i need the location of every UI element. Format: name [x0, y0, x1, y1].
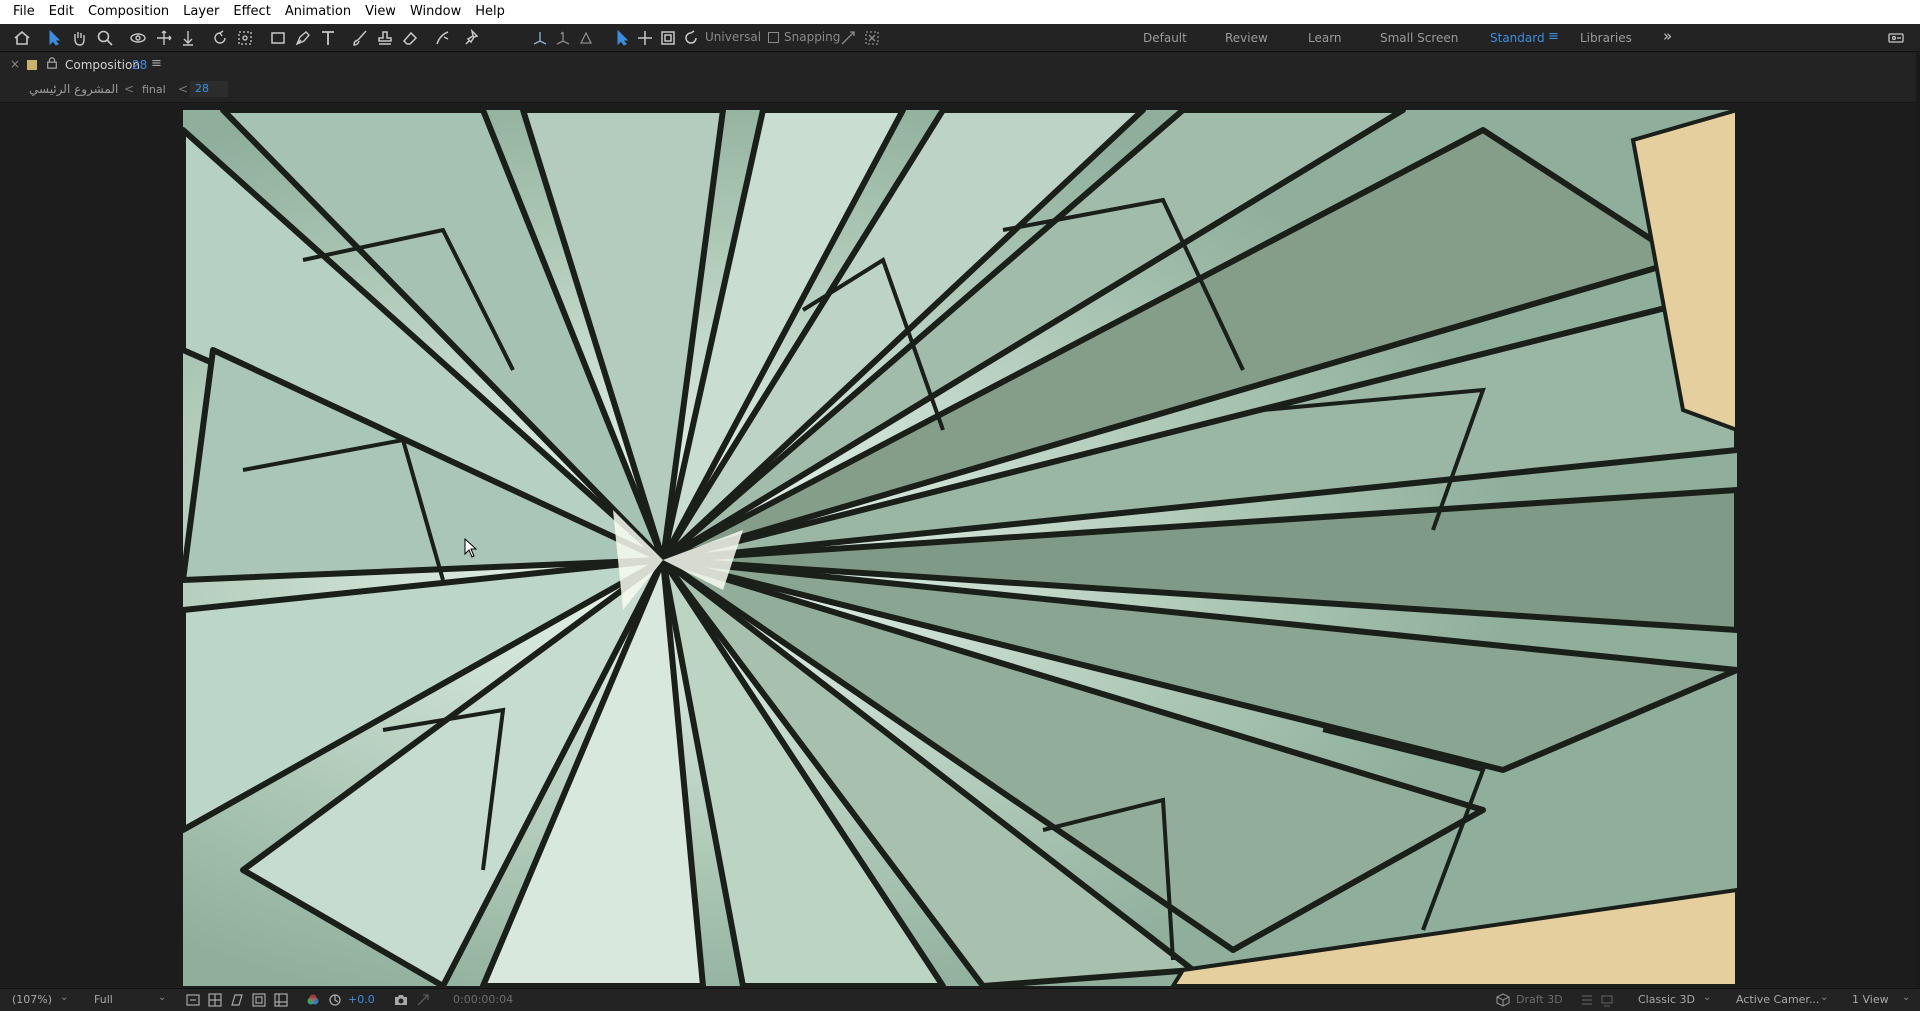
draft-3d-label[interactable]: Draft 3D	[1516, 993, 1563, 1006]
anchor-point-tool-icon[interactable]	[235, 28, 255, 48]
type-tool-icon[interactable]	[318, 28, 338, 48]
exposure-value[interactable]: +0.0	[348, 993, 375, 1006]
brush-tool-icon[interactable]	[350, 28, 370, 48]
search-help-icon[interactable]	[1886, 28, 1906, 48]
rotate-gizmo-icon[interactable]	[681, 28, 701, 48]
breadcrumb-separator: <	[124, 82, 135, 96]
panel-close-icon[interactable]: ×	[10, 57, 20, 71]
shattered-glass-artwork	[183, 110, 1737, 986]
3d-ground-plane-icon[interactable]	[1600, 993, 1614, 1007]
hand-tool-icon[interactable]	[69, 28, 89, 48]
extended-viewer-icon[interactable]	[1580, 993, 1594, 1007]
menu-view[interactable]: View	[358, 0, 403, 24]
transparency-grid-icon[interactable]	[208, 993, 222, 1007]
pen-tool-icon[interactable]	[293, 28, 313, 48]
panel-title[interactable]: Composition	[65, 58, 140, 72]
chevron-down-icon[interactable]: ⌄	[1703, 992, 1711, 1003]
channel-color-icon[interactable]	[306, 993, 320, 1007]
panel-comp-number[interactable]: 28	[132, 58, 147, 72]
view-axis-mode-icon[interactable]	[576, 28, 596, 48]
current-timecode[interactable]: 0:00:00:04	[453, 993, 513, 1006]
menu-effect[interactable]: Effect	[226, 0, 277, 24]
scale-gizmo-icon[interactable]	[658, 28, 678, 48]
rectangle-tool-icon[interactable]	[268, 28, 288, 48]
home-icon[interactable]	[12, 28, 32, 48]
menu-layer[interactable]: Layer	[176, 0, 226, 24]
pan-camera-icon[interactable]	[154, 28, 174, 48]
workspace-small-screen[interactable]: Small Screen	[1380, 31, 1458, 45]
workspace-libraries[interactable]: Libraries	[1580, 31, 1632, 45]
snap-edges-icon[interactable]	[838, 28, 858, 48]
chevron-down-icon[interactable]: ⌄	[158, 992, 166, 1003]
clone-stamp-tool-icon[interactable]	[375, 28, 395, 48]
mask-visibility-icon[interactable]	[230, 993, 244, 1007]
menu-window[interactable]: Window	[403, 0, 468, 24]
roto-brush-tool-icon[interactable]	[433, 28, 453, 48]
orbit-camera-icon[interactable]	[128, 28, 148, 48]
menu-composition[interactable]: Composition	[81, 0, 176, 24]
workspace-default[interactable]: Default	[1143, 31, 1187, 45]
menu-edit[interactable]: Edit	[42, 0, 81, 24]
puppet-pin-tool-icon[interactable]	[462, 28, 482, 48]
tools-toolbar: Universal Snapping Default Review Learn …	[0, 24, 1920, 52]
chevron-down-icon[interactable]: ⌄	[1902, 992, 1910, 1003]
snap-features-icon[interactable]	[862, 28, 882, 48]
renderer-dropdown[interactable]: Classic 3D	[1638, 993, 1695, 1006]
rotate-tool-icon[interactable]	[210, 28, 230, 48]
breadcrumb-final[interactable]: final	[142, 83, 166, 96]
region-of-interest-icon[interactable]	[252, 993, 266, 1007]
menu-animation[interactable]: Animation	[278, 0, 358, 24]
camera-view-dropdown[interactable]: Active Camer...	[1736, 993, 1819, 1006]
workspace-learn[interactable]: Learn	[1308, 31, 1342, 45]
breadcrumb-main-project[interactable]: المشروع الرئيسي	[29, 82, 118, 96]
local-axis-mode-icon[interactable]	[530, 28, 550, 48]
workspace-menu-icon[interactable]: ≡	[1548, 29, 1559, 44]
zoom-tool-icon[interactable]	[95, 28, 115, 48]
chevron-down-icon[interactable]: ⌄	[60, 992, 68, 1003]
view-layout-dropdown[interactable]: 1 View	[1852, 993, 1889, 1006]
magnification-dropdown[interactable]: (107%)	[12, 993, 52, 1006]
menu-file[interactable]: File	[6, 0, 42, 24]
breadcrumb-current-comp[interactable]: 28	[190, 81, 228, 97]
move-gizmo-icon[interactable]	[635, 28, 655, 48]
workspace-overflow-icon[interactable]: »	[1663, 27, 1672, 45]
workspace-review[interactable]: Review	[1225, 31, 1268, 45]
reset-exposure-icon[interactable]	[328, 993, 342, 1007]
eraser-tool-icon[interactable]	[400, 28, 420, 48]
composition-panel-header: × Composition 28 ≡	[0, 53, 1920, 77]
dolly-camera-icon[interactable]	[178, 28, 198, 48]
chevron-down-icon[interactable]: ⌄	[1820, 992, 1828, 1003]
fast-previews-icon[interactable]	[186, 993, 200, 1007]
viewer-footer: (107%) ⌄ Full ⌄ +0.0 0:00:00:04 Draft 3D…	[0, 988, 1920, 1011]
breadcrumb-separator: <	[178, 82, 189, 96]
world-axis-mode-icon[interactable]	[553, 28, 573, 48]
composition-viewer[interactable]	[0, 104, 1920, 986]
panel-menu-icon[interactable]: ≡	[151, 56, 162, 71]
show-snapshot-icon[interactable]	[416, 993, 430, 1007]
snapping-label[interactable]: Snapping	[784, 30, 840, 44]
grid-guides-icon[interactable]	[274, 993, 288, 1007]
menu-help[interactable]: Help	[468, 0, 512, 24]
label-color-swatch[interactable]	[27, 60, 37, 70]
selection-tool-icon[interactable]	[44, 28, 64, 48]
axis-mode-label[interactable]: Universal	[705, 30, 761, 44]
composition-frame-image[interactable]	[183, 110, 1737, 986]
resolution-dropdown[interactable]: Full	[94, 993, 113, 1006]
mouse-cursor-icon	[464, 537, 478, 558]
menubar: File Edit Composition Layer Effect Anima…	[0, 0, 1920, 24]
lock-icon[interactable]	[46, 57, 58, 72]
comp-breadcrumb: المشروع الرئيسي < final < 28	[0, 77, 1920, 103]
panel-right-edge	[1916, 53, 1920, 988]
draft-3d-icon[interactable]	[1496, 993, 1510, 1007]
universal-tool-icon[interactable]	[612, 28, 632, 48]
snapshot-camera-icon[interactable]	[394, 993, 408, 1007]
snapping-checkbox[interactable]	[768, 32, 779, 43]
workspace-standard[interactable]: Standard	[1490, 31, 1545, 45]
